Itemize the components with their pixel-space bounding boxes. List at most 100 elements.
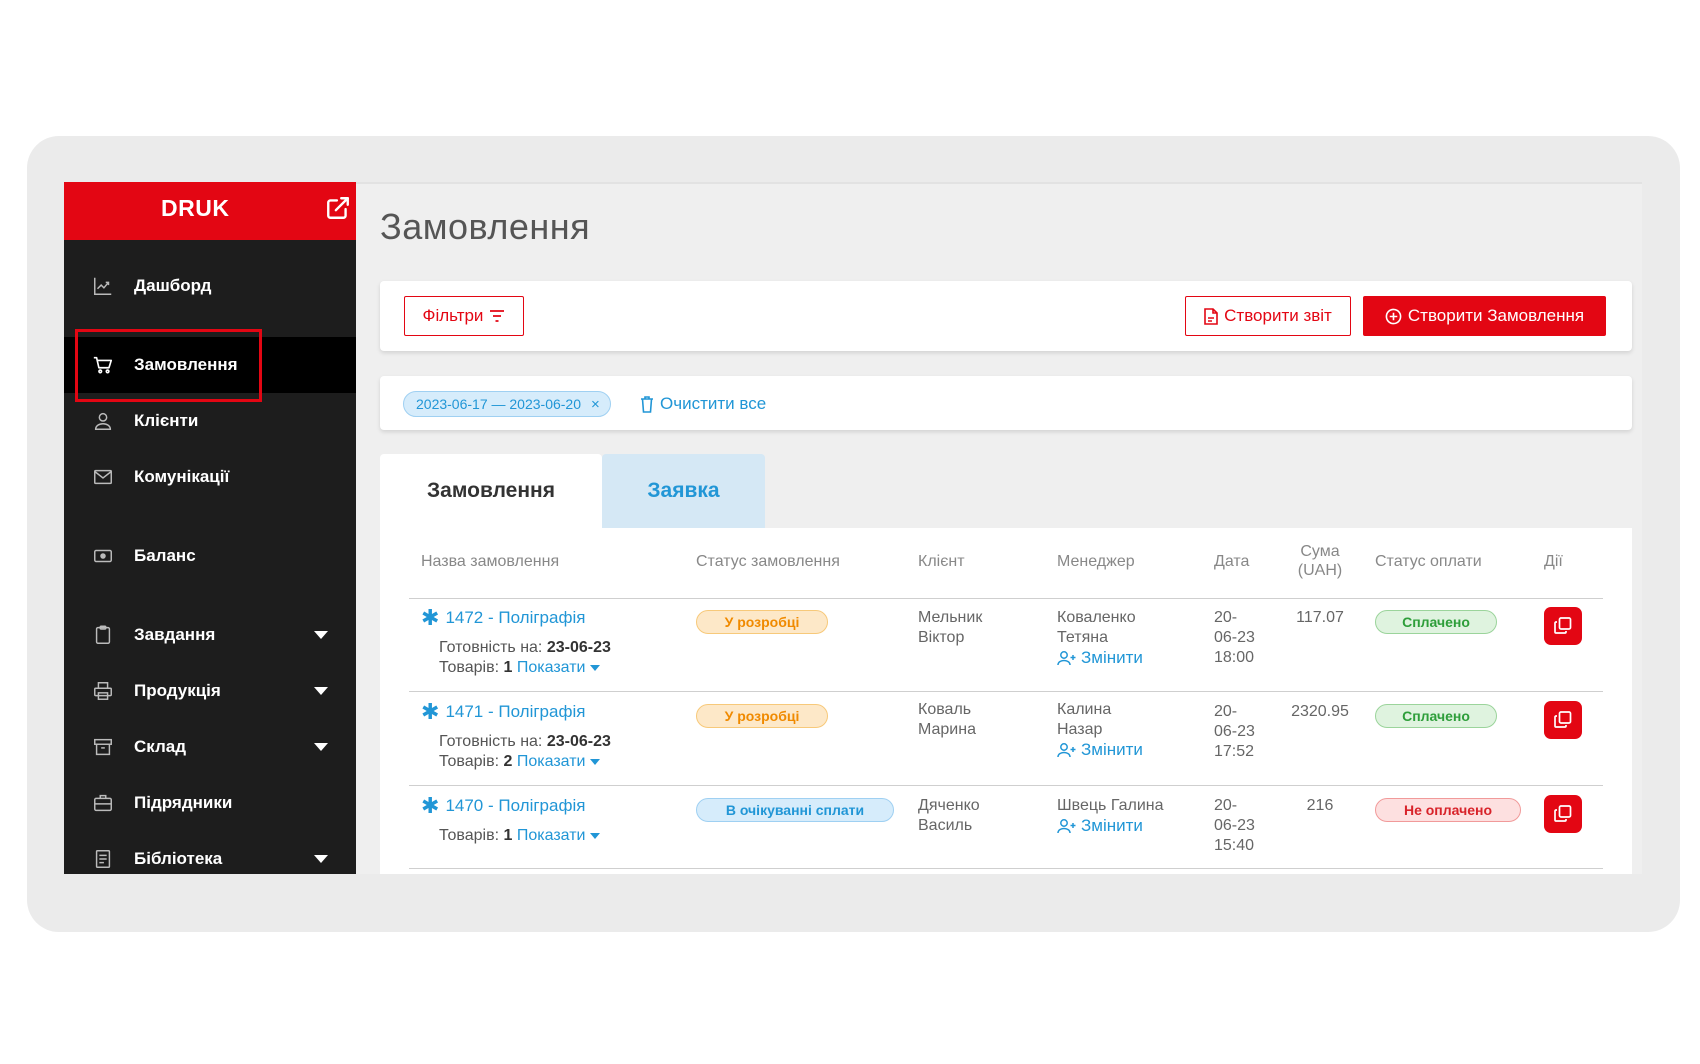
tab-label: Замовлення [427, 479, 555, 502]
add-user-icon [1057, 819, 1076, 834]
column-header-client: Клієнт [918, 553, 965, 570]
filters-button[interactable]: Фільтри [404, 296, 524, 336]
book-icon [95, 850, 111, 868]
filters-label: Фільтри [422, 306, 484, 325]
table-row: ✱ 1472 - Поліграфія Готовність на: 23-06… [421, 605, 611, 677]
order-date: 20- 06-23 17:52 [1214, 703, 1255, 760]
column-header-sum: Сума (UAH) [1297, 543, 1343, 579]
external-link-icon[interactable] [325, 195, 351, 221]
cart-icon [93, 356, 113, 374]
create-report-button[interactable]: Створити звіт [1185, 296, 1351, 336]
create-report-label: Створити звіт [1224, 306, 1332, 325]
wallet-icon [94, 549, 112, 563]
create-order-label: Створити Замовлення [1407, 306, 1585, 325]
page-title: Замовлення [380, 206, 591, 247]
chevron-down-icon [590, 832, 601, 839]
sidebar-item-contractors[interactable]: Підрядники [64, 775, 356, 831]
briefcase-icon [94, 794, 112, 812]
chevron-down-icon[interactable] [314, 855, 328, 863]
change-manager-link[interactable]: Змінити [1057, 816, 1164, 836]
sidebar-item-orders[interactable]: Замовлення [64, 337, 356, 393]
order-status-badge: В очікуванні сплати [696, 798, 894, 822]
sidebar-item-products[interactable]: Продукція [64, 663, 356, 719]
payment-status-badge: Сплачено [1375, 610, 1497, 634]
client-name: Дяченко Василь [918, 797, 980, 834]
manager-name: Калина Назар Змінити [1057, 701, 1143, 760]
show-items-link[interactable]: Показати [517, 753, 601, 770]
client-name: Мельник Віктор [918, 609, 983, 646]
pdf-file-icon [1204, 307, 1218, 325]
asterisk-icon: ✱ [421, 793, 440, 818]
column-header-payment: Статус оплати [1375, 553, 1482, 570]
printer-icon [94, 682, 112, 700]
copy-icon [1554, 805, 1572, 822]
column-header-actions: Дії [1544, 553, 1563, 570]
clipboard-icon [95, 625, 111, 644]
chart-icon [94, 277, 112, 295]
app-window: DRUK Дашборд Замовлення Клієнти Комуніка… [64, 182, 1642, 874]
sidebar: DRUK Дашборд Замовлення Клієнти Комуніка… [64, 182, 356, 874]
sidebar-item-label: Підрядники [134, 793, 233, 812]
column-header-name: Назва замовлення [421, 553, 560, 570]
copy-order-button[interactable] [1544, 607, 1582, 645]
order-link[interactable]: ✱ 1472 - Поліграфія [421, 607, 611, 629]
copy-order-button[interactable] [1544, 701, 1582, 739]
sidebar-item-label: Баланс [134, 546, 196, 565]
chevron-down-icon[interactable] [314, 687, 328, 695]
sidebar-item-clients[interactable]: Клієнти [64, 393, 356, 449]
order-status-badge: У розробці [696, 610, 828, 634]
tab-orders[interactable]: Замовлення [380, 454, 602, 528]
client-name: Коваль Марина [918, 701, 976, 738]
mail-icon [94, 469, 112, 485]
payment-status-badge: Не оплачено [1375, 798, 1521, 822]
sidebar-item-communications[interactable]: Комунікації [64, 449, 356, 505]
plus-circle-icon [1385, 308, 1402, 324]
sidebar-item-label: Продукція [134, 681, 221, 700]
sidebar-item-warehouse[interactable]: Склад [64, 719, 356, 775]
chevron-down-icon[interactable] [314, 631, 328, 639]
chevron-down-icon [590, 664, 601, 671]
order-link[interactable]: ✱ 1470 - Поліграфія [421, 793, 600, 818]
create-order-button[interactable]: Створити Замовлення [1363, 296, 1606, 336]
tab-requests[interactable]: Заявка [602, 454, 765, 528]
sidebar-item-dashboard[interactable]: Дашборд [64, 258, 356, 314]
change-manager-link[interactable]: Змінити [1057, 740, 1143, 760]
chevron-down-icon [590, 758, 601, 765]
order-status-badge: У розробці [696, 704, 828, 728]
order-link[interactable]: ✱ 1471 - Поліграфія [421, 699, 611, 724]
trash-icon [641, 395, 653, 413]
change-manager-link[interactable]: Змінити [1057, 648, 1143, 668]
sidebar-item-library[interactable]: Бібліотека [64, 831, 356, 874]
sidebar-item-label: Клієнти [134, 411, 199, 430]
sidebar-item-label: Бібліотека [134, 849, 223, 868]
add-user-icon [1057, 743, 1076, 758]
table-row: ✱ 1471 - Поліграфія Готовність на: 23-06… [421, 699, 611, 771]
copy-icon [1554, 711, 1572, 728]
copy-order-button[interactable] [1544, 795, 1582, 833]
order-date: 20- 06-23 18:00 [1214, 609, 1255, 666]
order-sum: 2320.95 [1291, 703, 1349, 720]
column-header-status: Статус замовлення [696, 553, 840, 570]
date-filter-label: 2023-06-17 — 2023-06-20 [416, 396, 582, 412]
clear-all-button[interactable]: Очистити все [640, 390, 766, 418]
show-items-link[interactable]: Показати [517, 659, 601, 676]
date-filter-chip[interactable]: 2023-06-17 — 2023-06-20 × [403, 391, 611, 417]
order-sum: 216 [1306, 797, 1334, 814]
chevron-down-icon[interactable] [314, 743, 328, 751]
toolbar: Фільтри Створити звіт Створити Замовленн… [380, 281, 1632, 351]
logo[interactable]: DRUK [161, 195, 229, 222]
sidebar-item-balance[interactable]: Баланс [64, 528, 356, 584]
tab-bar: Замовлення Заявка [380, 454, 800, 528]
asterisk-icon: ✱ [421, 699, 440, 724]
show-items-link[interactable]: Показати [517, 827, 601, 844]
sidebar-item-label: Дашборд [134, 276, 212, 295]
table-row: ✱ 1470 - Поліграфія Товарів: 1 Показати [421, 793, 601, 846]
sidebar-item-tasks[interactable]: Завдання [64, 607, 356, 663]
clear-all-label: Очистити все [660, 394, 767, 413]
orders-table: Назва замовлення Статус замовлення Клієн… [380, 528, 1632, 874]
order-sum: 117.07 [1296, 609, 1344, 626]
logo-bar: DRUK [64, 182, 356, 240]
sidebar-item-label: Склад [134, 737, 187, 756]
close-icon[interactable]: × [591, 397, 600, 412]
user-icon [94, 412, 112, 430]
